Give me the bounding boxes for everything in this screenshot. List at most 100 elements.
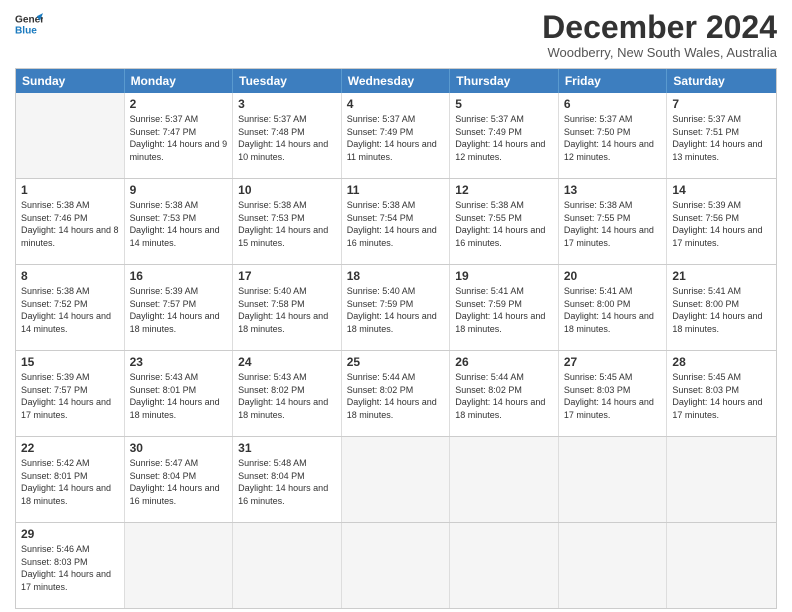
cell-info: Sunrise: 5:43 AMSunset: 8:01 PMDaylight:… (130, 371, 228, 421)
cell-info: Sunrise: 5:39 AMSunset: 7:56 PMDaylight:… (672, 199, 771, 249)
calendar-cell: 23 Sunrise: 5:43 AMSunset: 8:01 PMDayligh… (125, 351, 234, 436)
calendar-body: 2Sunrise: 5:37 AMSunset: 7:47 PMDaylight… (16, 93, 776, 608)
calendar-cell: 28 Sunrise: 5:45 AMSunset: 8:03 PMDayligh… (667, 351, 776, 436)
cell-info: Sunrise: 5:41 AMSunset: 7:59 PMDaylight:… (455, 285, 553, 335)
day-number: 27 (564, 355, 662, 369)
cell-info: Sunrise: 5:41 AMSunset: 8:00 PMDaylight:… (564, 285, 662, 335)
calendar-cell: 11 Sunrise: 5:38 AMSunset: 7:54 PMDayligh… (342, 179, 451, 264)
calendar-cell: 18Sunrise: 5:40 AMSunset: 7:59 PMDayligh… (342, 265, 451, 350)
calendar-cell: 14 Sunrise: 5:39 AMSunset: 7:56 PMDayligh… (667, 179, 776, 264)
day-number: 3 (238, 97, 336, 111)
day-number: 8 (21, 269, 119, 283)
cell-info: Sunrise: 5:38 AMSunset: 7:52 PMDaylight:… (21, 285, 119, 335)
calendar-cell (450, 437, 559, 522)
calendar-cell (125, 523, 234, 608)
calendar-cell: 30 Sunrise: 5:47 AMSunset: 8:04 PMDayligh… (125, 437, 234, 522)
calendar-cell: 21 Sunrise: 5:41 AMSunset: 8:00 PMDayligh… (667, 265, 776, 350)
location: Woodberry, New South Wales, Australia (542, 45, 777, 60)
calendar-cell: 29 Sunrise: 5:46 AMSunset: 8:03 PMDayligh… (16, 523, 125, 608)
calendar-cell (450, 523, 559, 608)
day-number: 5 (455, 97, 553, 111)
cell-info: Sunrise: 5:38 AMSunset: 7:55 PMDaylight:… (455, 199, 553, 249)
day-number: 29 (21, 527, 119, 541)
cell-info: Sunrise: 5:42 AMSunset: 8:01 PMDaylight:… (21, 457, 119, 507)
cell-info: Sunrise: 5:38 AMSunset: 7:46 PMDaylight:… (21, 199, 119, 249)
day-number: 16 (130, 269, 228, 283)
month-title: December 2024 (542, 10, 777, 45)
logo: General Blue (15, 10, 43, 38)
cell-info: Sunrise: 5:38 AMSunset: 7:55 PMDaylight:… (564, 199, 662, 249)
cell-info: Sunrise: 5:44 AMSunset: 8:02 PMDaylight:… (347, 371, 445, 421)
calendar-cell: 22 Sunrise: 5:42 AMSunset: 8:01 PMDayligh… (16, 437, 125, 522)
calendar-cell: 8 Sunrise: 5:38 AMSunset: 7:52 PMDaylight… (16, 265, 125, 350)
day-number: 28 (672, 355, 771, 369)
calendar-cell: 24 Sunrise: 5:43 AMSunset: 8:02 PMDayligh… (233, 351, 342, 436)
calendar-week-1: 2Sunrise: 5:37 AMSunset: 7:47 PMDaylight… (16, 93, 776, 178)
day-number: 14 (672, 183, 771, 197)
dow-wednesday: Wednesday (342, 69, 451, 93)
day-number: 11 (347, 183, 445, 197)
cell-info: Sunrise: 5:37 AMSunset: 7:49 PMDaylight:… (347, 113, 445, 163)
cell-info: Sunrise: 5:38 AMSunset: 7:53 PMDaylight:… (130, 199, 228, 249)
logo-icon: General Blue (15, 10, 43, 38)
day-number: 31 (238, 441, 336, 455)
calendar-cell: 15Sunrise: 5:39 AMSunset: 7:57 PMDayligh… (16, 351, 125, 436)
dow-sunday: Sunday (16, 69, 125, 93)
calendar-cell (233, 523, 342, 608)
calendar-cell: 17Sunrise: 5:40 AMSunset: 7:58 PMDayligh… (233, 265, 342, 350)
day-number: 2 (130, 97, 228, 111)
day-number: 25 (347, 355, 445, 369)
calendar-cell (667, 437, 776, 522)
cell-info: Sunrise: 5:47 AMSunset: 8:04 PMDaylight:… (130, 457, 228, 507)
day-number: 20 (564, 269, 662, 283)
cell-info: Sunrise: 5:45 AMSunset: 8:03 PMDaylight:… (672, 371, 771, 421)
dow-monday: Monday (125, 69, 234, 93)
svg-text:Blue: Blue (15, 25, 37, 36)
day-number: 30 (130, 441, 228, 455)
day-number: 23 (130, 355, 228, 369)
dow-saturday: Saturday (667, 69, 776, 93)
calendar-cell: 2Sunrise: 5:37 AMSunset: 7:47 PMDaylight… (125, 93, 234, 178)
day-number: 24 (238, 355, 336, 369)
header: General Blue December 2024 Woodberry, Ne… (15, 10, 777, 60)
cell-info: Sunrise: 5:41 AMSunset: 8:00 PMDaylight:… (672, 285, 771, 335)
day-number: 7 (672, 97, 771, 111)
calendar-cell (342, 523, 451, 608)
calendar-cell: 10 Sunrise: 5:38 AMSunset: 7:53 PMDayligh… (233, 179, 342, 264)
cell-info: Sunrise: 5:38 AMSunset: 7:54 PMDaylight:… (347, 199, 445, 249)
cell-info: Sunrise: 5:38 AMSunset: 7:53 PMDaylight:… (238, 199, 336, 249)
calendar-cell (667, 523, 776, 608)
day-number: 10 (238, 183, 336, 197)
day-number: 9 (130, 183, 228, 197)
cell-info: Sunrise: 5:46 AMSunset: 8:03 PMDaylight:… (21, 543, 119, 593)
calendar-week-4: 15Sunrise: 5:39 AMSunset: 7:57 PMDayligh… (16, 350, 776, 436)
day-number: 1 (21, 183, 119, 197)
dow-tuesday: Tuesday (233, 69, 342, 93)
calendar-cell: 9 Sunrise: 5:38 AMSunset: 7:53 PMDaylight… (125, 179, 234, 264)
day-number: 12 (455, 183, 553, 197)
cell-info: Sunrise: 5:37 AMSunset: 7:48 PMDaylight:… (238, 113, 336, 163)
calendar-cell (559, 523, 668, 608)
cell-info: Sunrise: 5:44 AMSunset: 8:02 PMDaylight:… (455, 371, 553, 421)
cell-info: Sunrise: 5:43 AMSunset: 8:02 PMDaylight:… (238, 371, 336, 421)
calendar-cell: 27Sunrise: 5:45 AMSunset: 8:03 PMDayligh… (559, 351, 668, 436)
calendar-cell: 25 Sunrise: 5:44 AMSunset: 8:02 PMDayligh… (342, 351, 451, 436)
calendar-cell: 19 Sunrise: 5:41 AMSunset: 7:59 PMDayligh… (450, 265, 559, 350)
day-number: 18 (347, 269, 445, 283)
cell-info: Sunrise: 5:48 AMSunset: 8:04 PMDaylight:… (238, 457, 336, 507)
day-number: 22 (21, 441, 119, 455)
calendar-cell (559, 437, 668, 522)
calendar-cell (16, 93, 125, 178)
dow-friday: Friday (559, 69, 668, 93)
calendar-cell: 31 Sunrise: 5:48 AMSunset: 8:04 PMDayligh… (233, 437, 342, 522)
cell-info: Sunrise: 5:40 AMSunset: 7:58 PMDaylight:… (238, 285, 336, 335)
page: General Blue December 2024 Woodberry, Ne… (0, 0, 792, 612)
calendar-header: Sunday Monday Tuesday Wednesday Thursday… (16, 69, 776, 93)
day-number: 15 (21, 355, 119, 369)
title-block: December 2024 Woodberry, New South Wales… (542, 10, 777, 60)
calendar-cell: 16Sunrise: 5:39 AMSunset: 7:57 PMDayligh… (125, 265, 234, 350)
calendar-week-3: 8 Sunrise: 5:38 AMSunset: 7:52 PMDaylight… (16, 264, 776, 350)
cell-info: Sunrise: 5:37 AMSunset: 7:50 PMDaylight:… (564, 113, 662, 163)
day-number: 19 (455, 269, 553, 283)
day-number: 21 (672, 269, 771, 283)
